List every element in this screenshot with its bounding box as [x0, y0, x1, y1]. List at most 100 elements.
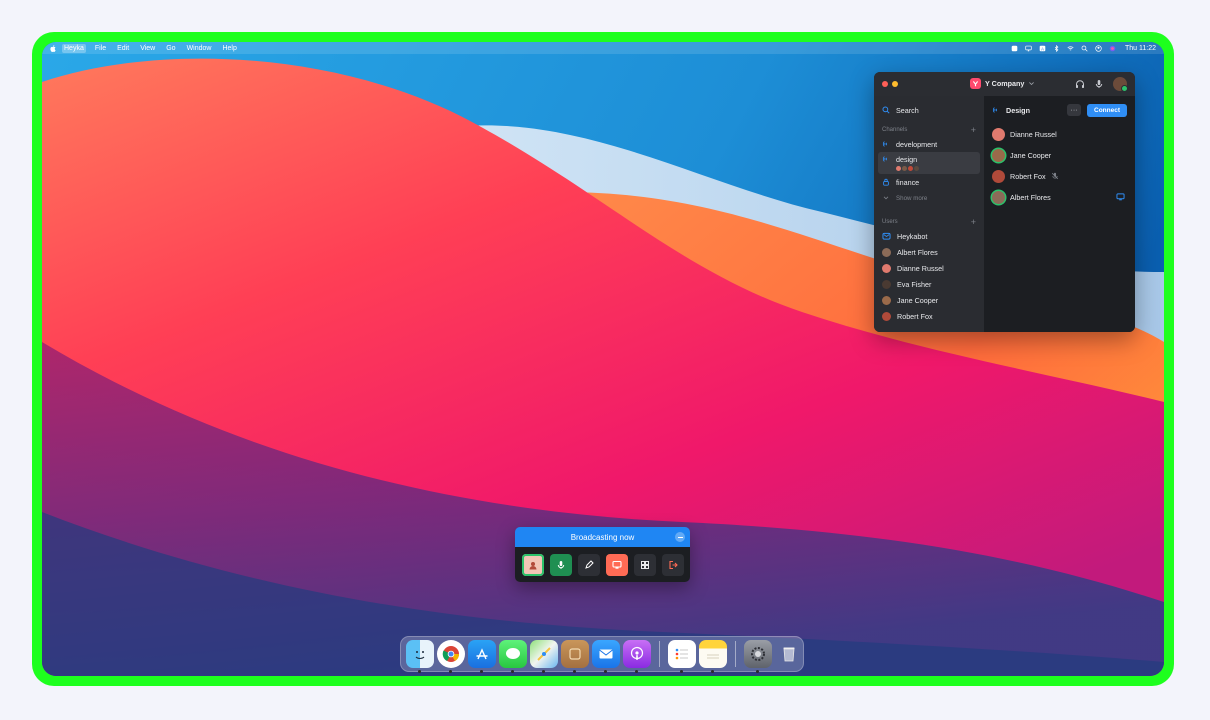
dock-reminders[interactable]	[668, 640, 696, 673]
heyka-titlebar: Y Company	[874, 72, 1135, 96]
dock-notes[interactable]	[699, 640, 727, 673]
user-avatar	[882, 263, 891, 273]
avatar	[529, 561, 536, 569]
gear-icon	[751, 647, 765, 661]
my-avatar[interactable]	[1113, 77, 1128, 92]
screen-share-icon	[611, 560, 622, 569]
maps-icon	[537, 647, 551, 661]
chrome-icon	[442, 646, 460, 662]
sidebar-search[interactable]: Search	[878, 102, 980, 118]
menu-clock[interactable]: Thu 11:22	[1125, 45, 1156, 52]
workspace-name: Y Company	[985, 79, 1025, 88]
chevron-down-icon	[1029, 82, 1035, 86]
connect-button[interactable]: Connect	[1087, 103, 1127, 117]
sidebar-channel-design[interactable]: design	[878, 152, 980, 174]
mail-icon	[599, 649, 613, 659]
channel-pane: Design ··· Connect Dianne Russel Jane Co…	[984, 96, 1135, 332]
dock-app-store[interactable]	[468, 640, 496, 673]
member-avatar	[992, 190, 1005, 204]
participant-avatar	[914, 166, 919, 171]
apple-icon[interactable]	[50, 44, 56, 52]
menu-edit[interactable]: Edit	[115, 44, 131, 53]
dock-podcasts[interactable]	[623, 640, 651, 673]
siri-icon[interactable]	[1109, 45, 1116, 52]
user-label: Albert Flores	[897, 247, 938, 257]
channels-header: Channels +	[882, 125, 976, 135]
dock-chrome[interactable]	[437, 640, 465, 673]
menu-help[interactable]: Help	[220, 44, 238, 53]
wifi-icon[interactable]	[1067, 45, 1074, 52]
member-albert-flores[interactable]: Albert Flores	[992, 187, 1127, 207]
notes-icon	[707, 654, 719, 659]
microphone-toggle-button[interactable]	[549, 553, 572, 576]
microphone-icon	[557, 560, 564, 569]
channel-icon	[882, 141, 887, 147]
menu-window[interactable]: Window	[185, 44, 214, 53]
microphone-icon[interactable]	[1094, 79, 1104, 89]
dock-finder[interactable]	[406, 640, 434, 673]
add-user-button[interactable]: +	[971, 217, 976, 227]
app-store-icon	[476, 648, 488, 660]
user-account-icon[interactable]	[1095, 44, 1102, 52]
dock-mail[interactable]	[592, 640, 620, 673]
headphones-icon[interactable]	[1075, 79, 1085, 89]
sidebar-user-dianne-russel[interactable]: Dianne Russel	[878, 260, 980, 276]
bluetooth-icon[interactable]	[1053, 44, 1060, 52]
menu-view[interactable]: View	[138, 44, 157, 53]
chevron-down-icon	[883, 196, 889, 200]
display-icon[interactable]	[1025, 45, 1032, 52]
dock-trash[interactable]	[775, 640, 803, 668]
search-label: Search	[896, 105, 919, 115]
add-channel-button[interactable]: +	[971, 125, 976, 135]
collapse-button[interactable]	[675, 532, 685, 542]
draw-button[interactable]	[577, 553, 600, 576]
dock-system-preferences[interactable]	[744, 640, 772, 673]
minimize-window-button[interactable]	[892, 81, 898, 87]
member-jane-cooper[interactable]: Jane Cooper	[992, 145, 1127, 165]
dock-maps[interactable]	[530, 640, 558, 673]
keyboard-icon[interactable]: A	[1039, 45, 1046, 52]
broadcast-header: Broadcasting now	[515, 527, 690, 547]
member-name: Robert Fox	[1010, 171, 1046, 181]
messages-icon	[506, 648, 520, 659]
member-avatar	[992, 127, 1005, 141]
dock-messages[interactable]	[499, 640, 527, 673]
sidebar-user-albert-flores[interactable]: Albert Flores	[878, 244, 980, 260]
sidebar-channel-development[interactable]: development	[878, 136, 980, 152]
sidebar-user-jane-cooper[interactable]: Jane Cooper	[878, 292, 980, 308]
menu-go[interactable]: Go	[164, 44, 177, 53]
close-window-button[interactable]	[882, 81, 888, 87]
channel-label: finance	[896, 177, 920, 187]
leave-call-button[interactable]	[661, 553, 684, 576]
sidebar-user-robert-fox[interactable]: Robert Fox	[878, 308, 980, 324]
search-icon[interactable]	[1081, 45, 1088, 52]
sidebar-user-eva-fisher[interactable]: Eva Fisher	[878, 276, 980, 292]
sidebar-user-heykabot[interactable]: Heykabot	[878, 228, 980, 244]
more-options-button[interactable]: ···	[1067, 104, 1081, 116]
bot-icon	[882, 232, 891, 240]
member-robert-fox[interactable]: Robert Fox	[992, 166, 1127, 186]
heyka-sidebar: Search Channels + development design fin…	[874, 96, 984, 332]
menu-file[interactable]: File	[93, 44, 108, 53]
user-avatar	[882, 295, 891, 305]
channel-participants	[896, 166, 919, 171]
show-more-label: Show more	[896, 194, 928, 202]
grid-view-button[interactable]	[633, 553, 656, 576]
lock-icon	[883, 178, 889, 186]
sidebar-channel-finance[interactable]: finance	[878, 174, 980, 190]
member-dianne-russel[interactable]: Dianne Russel	[992, 124, 1127, 144]
workspace-switcher[interactable]: Y Company	[970, 78, 1035, 89]
my-camera-avatar[interactable]	[521, 553, 544, 576]
member-avatar	[992, 169, 1005, 183]
users-header: Users +	[882, 217, 976, 227]
dock-heyka[interactable]	[561, 640, 589, 673]
broadcast-title: Broadcasting now	[570, 532, 635, 542]
heyka-status-icon[interactable]	[1011, 45, 1018, 52]
podcasts-icon	[630, 646, 644, 660]
menu-bar: Heyka File Edit View Go Window Help A Th…	[42, 42, 1164, 54]
broadcast-controls	[515, 547, 690, 582]
show-more-button[interactable]: Show more	[878, 190, 980, 206]
menu-app-name[interactable]: Heyka	[62, 43, 86, 53]
screen-share-button[interactable]	[605, 553, 628, 576]
channel-label: design	[896, 155, 918, 164]
